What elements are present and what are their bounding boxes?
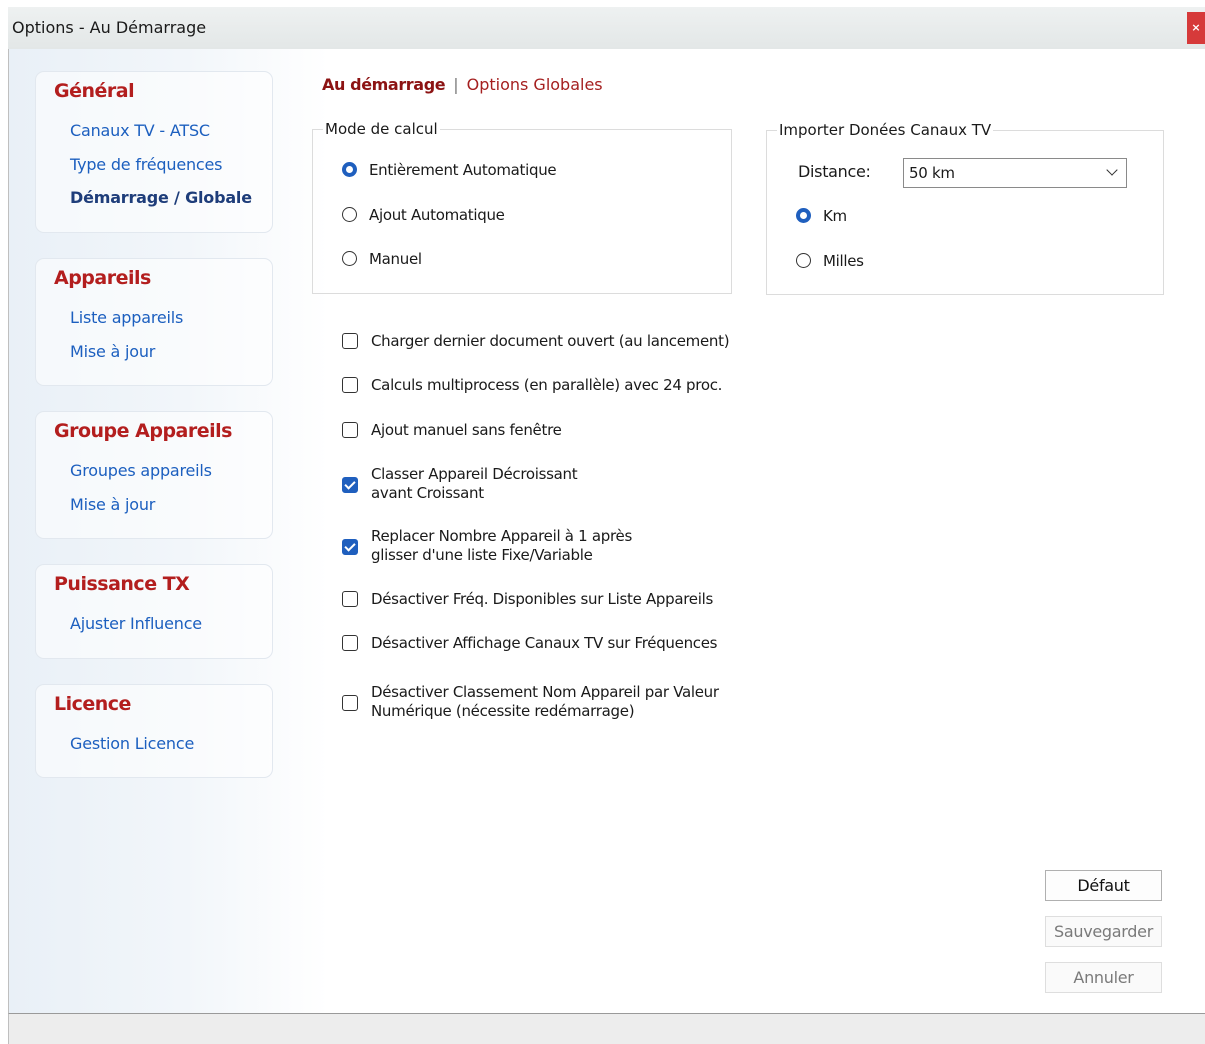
sidebar-item-liste-appareils[interactable]: Liste appareils	[70, 308, 183, 327]
checkbox-icon	[342, 695, 358, 711]
option-classer-decroissant[interactable]: Classer Appareil Décroissant avant Crois…	[342, 465, 578, 503]
radio-milles[interactable]: Milles	[796, 252, 864, 270]
radio-empty-icon	[342, 207, 357, 222]
distance-select[interactable]: 50 km	[903, 158, 1127, 188]
save-button[interactable]: Sauvegarder	[1045, 916, 1162, 947]
radio-ajout-automatique[interactable]: Ajout Automatique	[342, 206, 505, 224]
checkbox-icon	[342, 635, 358, 651]
status-bar	[8, 1013, 1205, 1044]
sidebar-group-title: Licence	[54, 693, 131, 715]
radio-km[interactable]: Km	[796, 207, 847, 225]
option-desactiver-classement[interactable]: Désactiver Classement Nom Appareil par V…	[342, 683, 719, 721]
radio-label: Ajout Automatique	[369, 206, 505, 224]
option-label: Désactiver Fréq. Disponibles sur Liste A…	[371, 590, 713, 608]
sidebar-group-groupe-appareils: Groupe Appareils Groupes appareils Mise …	[35, 411, 273, 539]
sidebar-item-ajuster-influence[interactable]: Ajuster Influence	[70, 614, 202, 633]
option-label-line2: glisser d'une liste Fixe/Variable	[371, 546, 593, 564]
sidebar-item-mise-a-jour[interactable]: Mise à jour	[70, 342, 155, 361]
option-label-line1: Désactiver Classement Nom Appareil par V…	[371, 683, 719, 701]
sidebar-group-title: Groupe Appareils	[54, 420, 232, 442]
distance-label: Distance:	[798, 162, 871, 181]
close-button[interactable]: ×	[1187, 12, 1205, 44]
option-label: Classer Appareil Décroissant avant Crois…	[371, 465, 578, 503]
radio-entierement-automatique[interactable]: Entièrement Automatique	[342, 161, 557, 179]
window-title: Options - Au Démarrage	[12, 18, 207, 37]
sidebar-group-general: Général Canaux TV - ATSC Type de fréquen…	[35, 71, 273, 233]
checkbox-icon	[342, 422, 358, 438]
tab-options-globales[interactable]: Options Globales	[467, 75, 603, 94]
import-tv-legend: Importer Donées Canaux TV	[779, 121, 992, 139]
option-label-line1: Replacer Nombre Appareil à 1 après	[371, 527, 632, 545]
sidebar-item-type-frequences[interactable]: Type de fréquences	[70, 155, 222, 174]
tab-bar: Au démarrage | Options Globales	[322, 75, 603, 94]
title-bar: Options - Au Démarrage ×	[8, 7, 1205, 49]
distance-value: 50 km	[909, 164, 955, 182]
option-desactiver-affichage[interactable]: Désactiver Affichage Canaux TV sur Fréqu…	[342, 634, 717, 653]
checkbox-icon	[342, 333, 358, 349]
mode-calcul-legend: Mode de calcul	[325, 120, 438, 138]
option-label-line2: avant Croissant	[371, 484, 484, 502]
sidebar-group-title: Général	[54, 80, 135, 102]
option-label-line1: Classer Appareil Décroissant	[371, 465, 578, 483]
radio-manuel[interactable]: Manuel	[342, 250, 422, 268]
option-label-line2: Numérique (nécessite redémarrage)	[371, 702, 635, 720]
radio-empty-icon	[342, 251, 357, 266]
option-calculs-multiprocess[interactable]: Calculs multiprocess (en parallèle) avec…	[342, 376, 722, 395]
option-label: Replacer Nombre Appareil à 1 après gliss…	[371, 527, 632, 565]
option-desactiver-freq[interactable]: Désactiver Fréq. Disponibles sur Liste A…	[342, 590, 713, 609]
radio-selected-icon	[796, 208, 811, 223]
option-label: Charger dernier document ouvert (au lanc…	[371, 332, 730, 350]
radio-empty-icon	[796, 253, 811, 268]
checkbox-icon	[342, 377, 358, 393]
sidebar-item-mise-a-jour-groupe[interactable]: Mise à jour	[70, 495, 155, 514]
sidebar-group-licence: Licence Gestion Licence	[35, 684, 273, 778]
checkbox-checked-icon	[342, 539, 358, 555]
sidebar-item-canaux-tv[interactable]: Canaux TV - ATSC	[70, 121, 210, 140]
option-label: Calculs multiprocess (en parallèle) avec…	[371, 376, 723, 394]
sidebar-item-groupes-appareils[interactable]: Groupes appareils	[70, 461, 212, 480]
option-charger-dernier-document[interactable]: Charger dernier document ouvert (au lanc…	[342, 332, 730, 351]
checkbox-icon	[342, 591, 358, 607]
checkbox-checked-icon	[342, 477, 358, 493]
option-label: Désactiver Classement Nom Appareil par V…	[371, 683, 719, 721]
tab-separator: |	[453, 75, 459, 94]
option-ajout-manuel[interactable]: Ajout manuel sans fenêtre	[342, 421, 562, 440]
radio-label: Entièrement Automatique	[369, 161, 557, 179]
option-label: Désactiver Affichage Canaux TV sur Fréqu…	[371, 634, 718, 652]
sidebar-group-puissance-tx: Puissance TX Ajuster Influence	[35, 564, 273, 659]
sidebar-group-title: Appareils	[54, 267, 151, 289]
radio-label: Km	[823, 207, 847, 225]
tab-au-demarrage[interactable]: Au démarrage	[322, 75, 446, 94]
sidebar-group-appareils: Appareils Liste appareils Mise à jour	[35, 258, 273, 386]
sidebar-item-demarrage-globale[interactable]: Démarrage / Globale	[70, 188, 252, 207]
radio-label: Milles	[823, 252, 864, 270]
radio-label: Manuel	[369, 250, 422, 268]
radio-selected-icon	[342, 162, 357, 177]
option-replacer-nombre[interactable]: Replacer Nombre Appareil à 1 après gliss…	[342, 527, 632, 565]
cancel-button[interactable]: Annuler	[1045, 962, 1162, 993]
sidebar-item-gestion-licence[interactable]: Gestion Licence	[70, 734, 194, 753]
sidebar-group-title: Puissance TX	[54, 573, 190, 595]
default-button[interactable]: Défaut	[1045, 870, 1162, 901]
chevron-down-icon	[1106, 164, 1118, 176]
option-label: Ajout manuel sans fenêtre	[371, 421, 562, 439]
